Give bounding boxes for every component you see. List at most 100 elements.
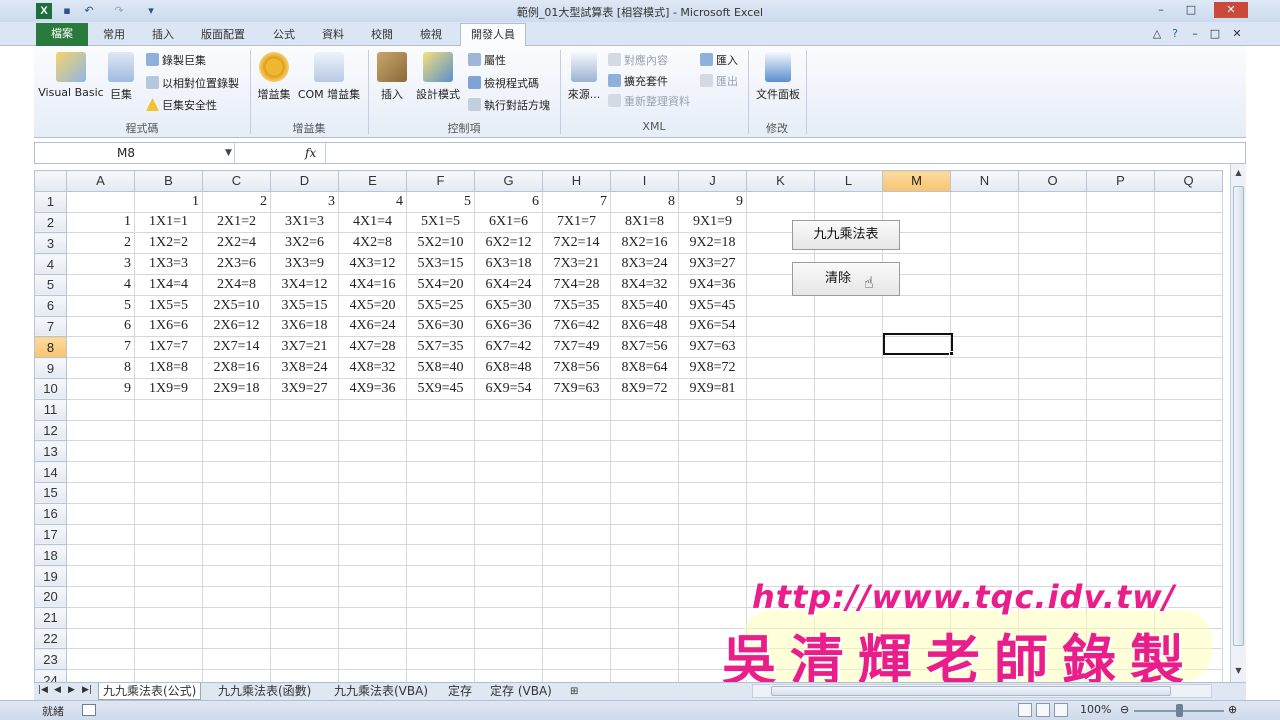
cell[interactable]: 9: [66, 377, 135, 400]
cell[interactable]: [950, 481, 1019, 504]
cell[interactable]: 4: [338, 190, 407, 213]
cell[interactable]: [134, 419, 203, 442]
cell[interactable]: [1154, 440, 1223, 463]
cell[interactable]: [134, 461, 203, 483]
cell[interactable]: 2X8=16: [202, 357, 271, 379]
cell[interactable]: 6X1=6: [474, 211, 543, 234]
cell[interactable]: [406, 461, 475, 483]
tab-insert[interactable]: 插入: [152, 26, 174, 44]
cell[interactable]: [610, 398, 679, 421]
cell[interactable]: [1018, 315, 1087, 338]
cell[interactable]: 3: [270, 190, 339, 213]
cell[interactable]: 5X6=30: [406, 315, 475, 338]
cell[interactable]: [1018, 481, 1087, 504]
cell[interactable]: [1154, 315, 1223, 338]
cell[interactable]: 9X6=54: [678, 315, 747, 338]
cell[interactable]: [950, 502, 1019, 525]
column-header[interactable]: M: [882, 170, 951, 192]
column-header[interactable]: D: [270, 170, 339, 192]
cell[interactable]: [610, 502, 679, 525]
cell[interactable]: 5X5=25: [406, 294, 475, 317]
fill-handle[interactable]: [949, 351, 954, 356]
cell[interactable]: [610, 419, 679, 442]
cell[interactable]: 2: [66, 232, 135, 255]
cell[interactable]: 2X3=6: [202, 253, 271, 275]
macro-record-icon[interactable]: [82, 704, 96, 716]
cell[interactable]: [542, 419, 611, 442]
cell[interactable]: [134, 440, 203, 463]
cell[interactable]: 9X5=45: [678, 294, 747, 317]
cell[interactable]: [202, 585, 271, 608]
cell[interactable]: 7X4=28: [542, 273, 611, 296]
cell[interactable]: [66, 648, 135, 671]
cell[interactable]: [542, 502, 611, 525]
cell[interactable]: [746, 523, 815, 546]
minimize-button[interactable]: –: [1150, 2, 1172, 18]
cell[interactable]: [950, 523, 1019, 546]
cell[interactable]: [1154, 523, 1223, 546]
column-header[interactable]: E: [338, 170, 407, 192]
cell[interactable]: 2X2=4: [202, 232, 271, 255]
cell[interactable]: 4X3=12: [338, 253, 407, 275]
column-header[interactable]: O: [1018, 170, 1087, 192]
cell[interactable]: [134, 585, 203, 608]
cell[interactable]: [270, 544, 339, 567]
cell[interactable]: [202, 606, 271, 629]
cell[interactable]: [950, 440, 1019, 463]
cell[interactable]: [882, 481, 951, 504]
insert-function-icon[interactable]: fx: [305, 143, 316, 163]
cell[interactable]: [882, 398, 951, 421]
cell[interactable]: [542, 627, 611, 650]
row-header[interactable]: 3: [34, 232, 67, 255]
row-header[interactable]: 9: [34, 357, 67, 379]
cell[interactable]: 6X8=48: [474, 357, 543, 379]
cell[interactable]: [66, 606, 135, 629]
tab-data[interactable]: 資料: [322, 26, 344, 44]
cell[interactable]: 5X9=45: [406, 377, 475, 400]
cell[interactable]: [202, 481, 271, 504]
cell[interactable]: [134, 398, 203, 421]
cell[interactable]: [270, 440, 339, 463]
column-header[interactable]: A: [66, 170, 135, 192]
cell[interactable]: [1018, 357, 1087, 379]
cell[interactable]: [610, 669, 679, 682]
row-header[interactable]: 21: [34, 606, 67, 629]
cell[interactable]: [1154, 502, 1223, 525]
cell[interactable]: 4: [66, 273, 135, 296]
cell[interactable]: [66, 461, 135, 483]
cell[interactable]: [66, 523, 135, 546]
row-header[interactable]: 16: [34, 502, 67, 525]
cell[interactable]: [134, 565, 203, 587]
cell[interactable]: [610, 544, 679, 567]
cell[interactable]: [1154, 481, 1223, 504]
sheet-tab-function[interactable]: 九九乘法表(函數): [214, 683, 315, 700]
cell[interactable]: [474, 461, 543, 483]
cell[interactable]: [338, 565, 407, 587]
cell[interactable]: 8X5=40: [610, 294, 679, 317]
visual-basic-button[interactable]: Visual Basic: [38, 52, 104, 99]
normal-view-button[interactable]: [1018, 703, 1032, 717]
tab-view[interactable]: 檢視: [420, 26, 442, 44]
last-sheet-icon[interactable]: ▶|: [82, 685, 92, 695]
cell[interactable]: 3: [66, 253, 135, 275]
cell[interactable]: [270, 419, 339, 442]
cell[interactable]: [678, 440, 747, 463]
cell[interactable]: [406, 606, 475, 629]
tab-developer[interactable]: 開發人員: [460, 23, 526, 47]
cell[interactable]: [202, 440, 271, 463]
row-header[interactable]: 24: [34, 669, 67, 682]
cell[interactable]: [270, 606, 339, 629]
cell[interactable]: [542, 669, 611, 682]
cell[interactable]: [610, 461, 679, 483]
sheet-tab-deposit-vba[interactable]: 定存 (VBA): [486, 683, 556, 700]
cell[interactable]: [814, 544, 883, 567]
cell[interactable]: [338, 481, 407, 504]
clear-button[interactable]: 清除: [792, 262, 900, 296]
row-header[interactable]: 12: [34, 419, 67, 442]
cell[interactable]: 7X3=21: [542, 253, 611, 275]
map-properties-button[interactable]: 對應內容: [608, 52, 668, 70]
cell[interactable]: [950, 315, 1019, 338]
cell[interactable]: [474, 481, 543, 504]
cell[interactable]: [338, 648, 407, 671]
cell[interactable]: 3X7=21: [270, 336, 339, 359]
